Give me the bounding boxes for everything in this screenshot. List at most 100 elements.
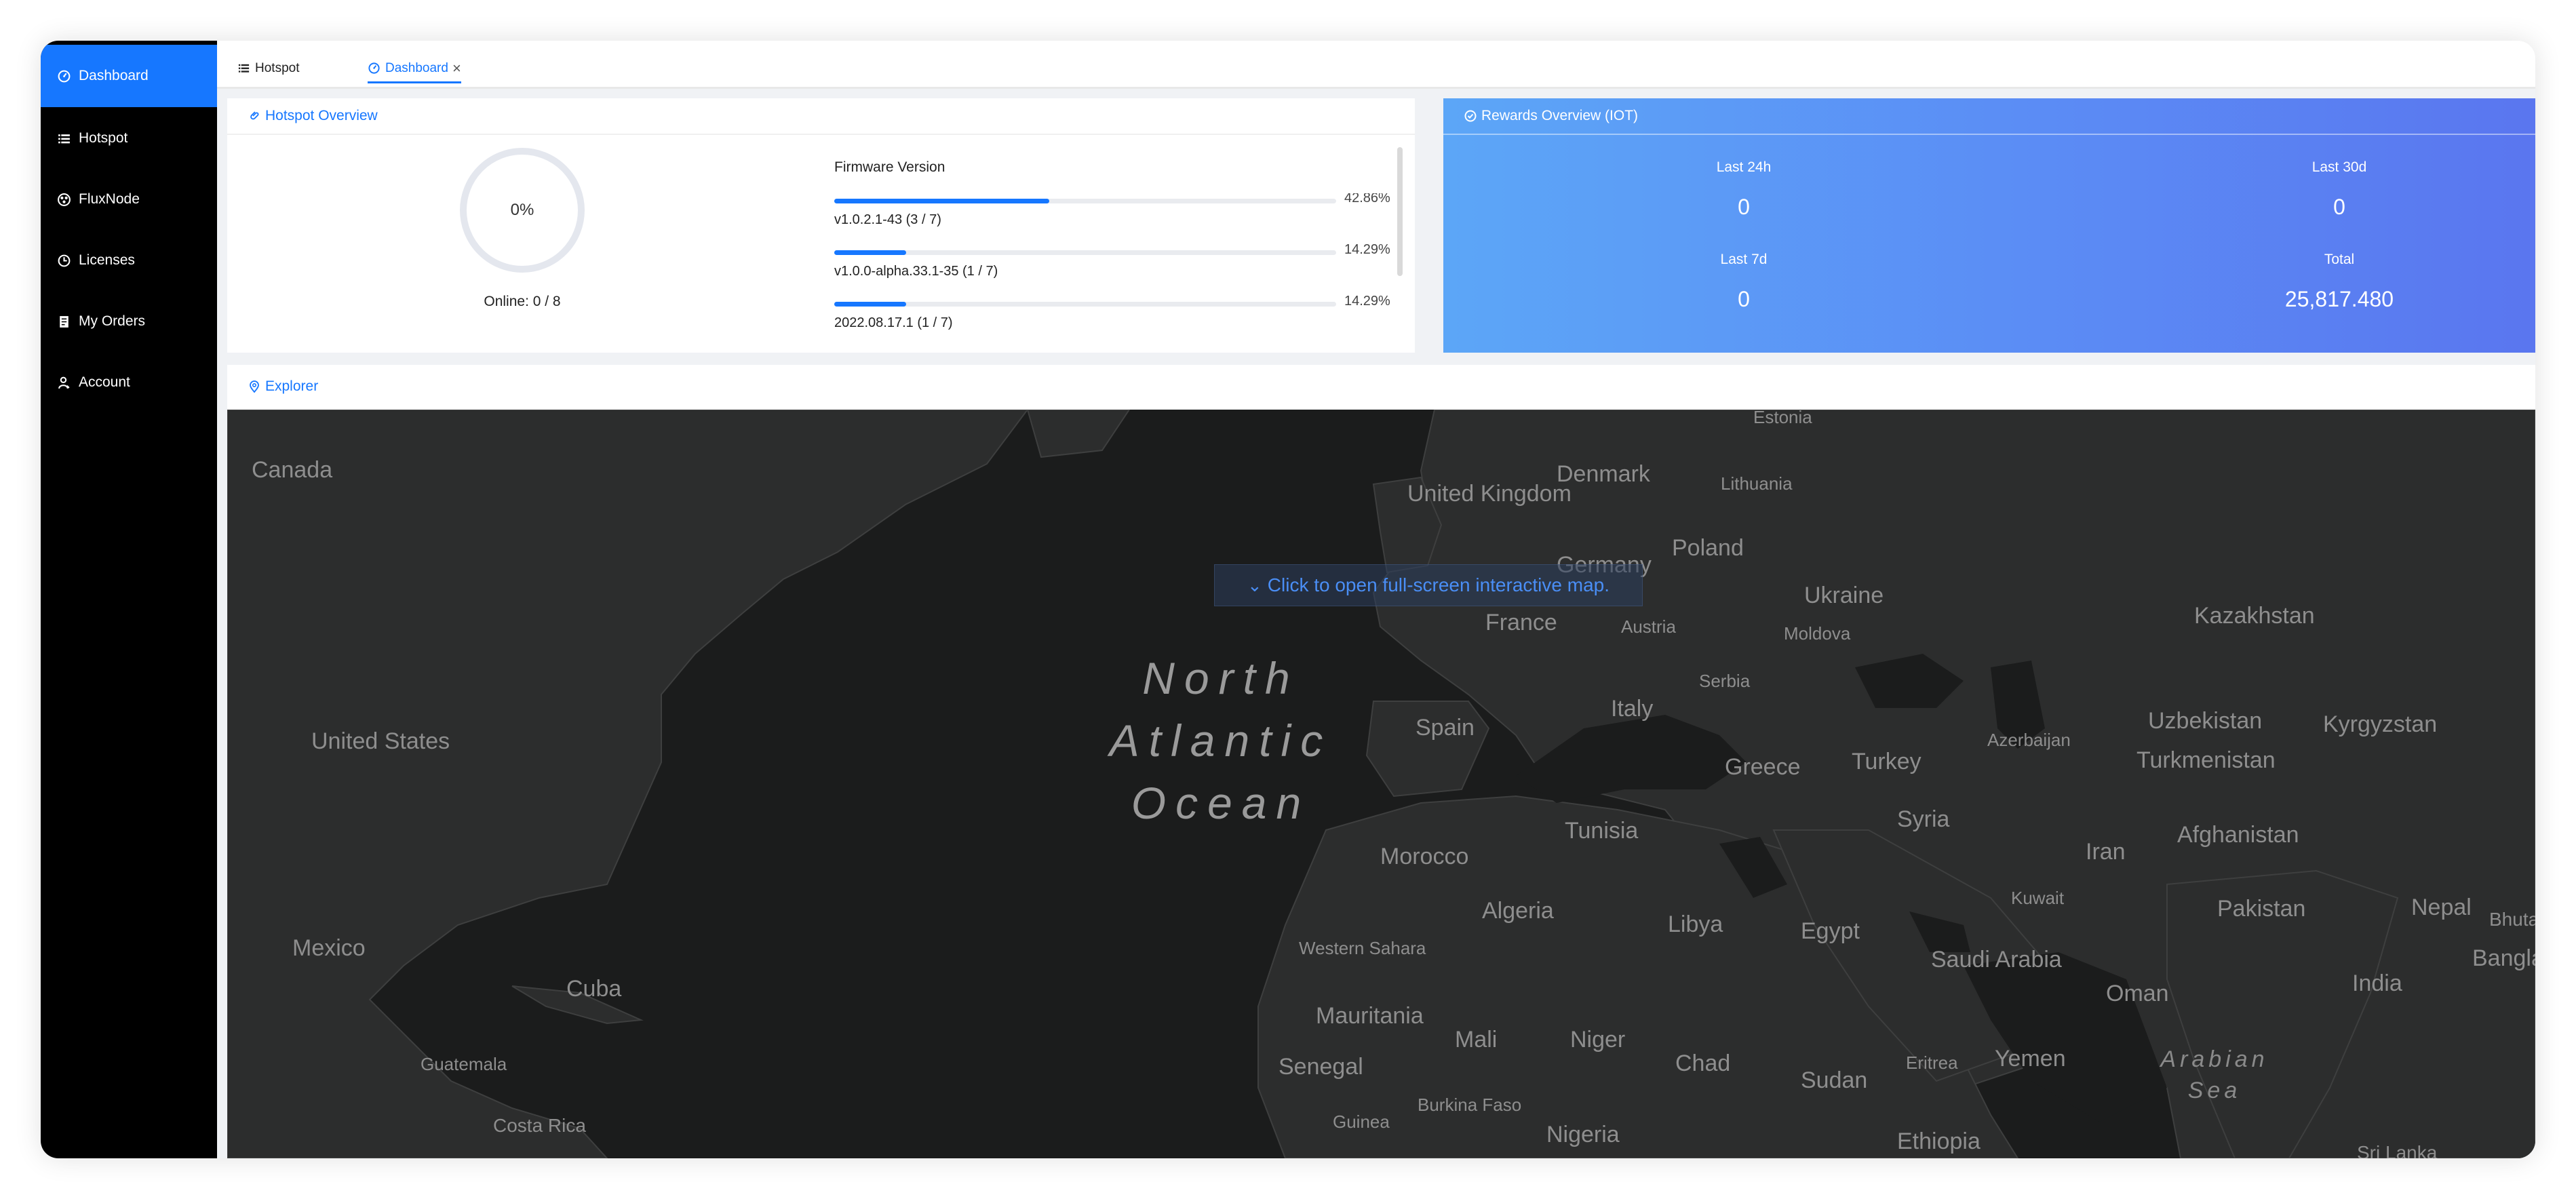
map-label: Morocco <box>1380 844 1469 869</box>
map-label: Oman <box>2106 981 2169 1006</box>
tab-bar: Hotspot Dashboard × <box>217 41 2535 89</box>
map-label: Eritrea <box>1906 1053 1958 1073</box>
map-label: Kazakhstan <box>2194 603 2315 629</box>
explorer-title: Explorer <box>248 378 318 395</box>
card-divider <box>1443 134 2535 135</box>
tab-dashboard[interactable]: Dashboard × <box>368 56 461 83</box>
firmware-item: 14.29% v1.0.0-alpha.33.1-35 (1 / 7) <box>834 242 1397 300</box>
hotspot-overview-title-text: Hotspot Overview <box>265 108 378 123</box>
map-label: Greece <box>1725 754 1801 780</box>
sidebar-item-my-orders[interactable]: My Orders <box>41 290 217 353</box>
rewards-overview-title-text: Rewards Overview (IOT) <box>1481 108 1639 123</box>
sidebar-item-dashboard[interactable]: Dashboard <box>41 45 217 107</box>
map-label: Iran <box>2086 839 2126 865</box>
map-label: Niger <box>1570 1027 1626 1053</box>
map-label: Syria <box>1897 806 1950 832</box>
ocean-label-line: North <box>1142 653 1300 703</box>
map-label: Kuwait <box>2011 888 2065 908</box>
map-label: Austria <box>1621 616 1676 637</box>
stat-label: Total <box>2324 252 2355 267</box>
online-percent: 0% <box>510 201 534 219</box>
firmware-progress-bar <box>834 199 1336 203</box>
ocean-label: North Atlantic Ocean <box>1109 647 1333 834</box>
dashboard-icon <box>56 68 72 84</box>
sidebar-item-fluxnode[interactable]: FluxNode <box>41 168 217 231</box>
sidebar-item-account[interactable]: Account <box>41 351 217 414</box>
sidebar-item-label: FluxNode <box>79 191 140 207</box>
firmware-title: Firmware Version <box>834 159 945 175</box>
firmware-progress-fill <box>834 199 1050 203</box>
main-content: Hotspot Dashboard × Hotspot Overview 0% … <box>217 41 2535 1158</box>
stat-value: 0 <box>2333 195 2345 219</box>
map-label: Tunisia <box>1565 818 1639 844</box>
map-label: Pakistan <box>2217 896 2306 922</box>
map-label: India <box>2352 970 2402 996</box>
map-label: Bhuta <box>2489 909 2535 930</box>
stat-label: Last 30d <box>2311 159 2367 175</box>
firmware-scrollbar[interactable] <box>1397 147 1403 276</box>
map-label: Poland <box>1672 535 1744 561</box>
tab-label: Hotspot <box>255 61 300 75</box>
sidebar-item-label: Dashboard <box>79 68 149 83</box>
stat-total: Total 25,817.480 <box>2204 252 2475 312</box>
firmware-progress-bar <box>834 250 1336 255</box>
map-label: Cuba <box>566 976 622 1002</box>
explorer-card: Explorer Canada United States Mexico Cub… <box>227 365 2535 1158</box>
sidebar-item-licenses[interactable]: Licenses <box>41 229 217 292</box>
map-label: Algeria <box>1482 898 1554 924</box>
map-label: Yemen <box>1995 1046 2066 1072</box>
sidebar-item-label: Account <box>79 374 130 390</box>
map-label: Italy <box>1611 696 1654 722</box>
firmware-percent: 14.29% <box>1344 242 1390 257</box>
sidebar-item-hotspot[interactable]: Hotspot <box>41 107 217 170</box>
card-divider <box>227 134 1415 135</box>
map-label: Egypt <box>1801 918 1860 944</box>
map-label: Sri Lanka <box>2357 1142 2438 1158</box>
ocean-label-line: Atlantic <box>1109 715 1333 766</box>
sidebar: Dashboard Hotspot FluxNode Licenses My O… <box>41 41 217 1158</box>
firmware-percent: 42.86% <box>1344 193 1390 205</box>
firmware-item: 14.29% 2022.08.17.1 (1 / 7) <box>834 294 1397 342</box>
open-fullscreen-map-button[interactable]: ⌄ Click to open full-screen interactive … <box>1214 564 1643 606</box>
firmware-progress-fill <box>834 250 906 255</box>
list-icon <box>56 130 72 146</box>
firmware-label: v1.0.0-alpha.33.1-35 (1 / 7) <box>834 264 998 279</box>
list-icon <box>237 62 251 75</box>
ocean-label-line: Ocean <box>1131 778 1311 828</box>
sidebar-item-label: My Orders <box>79 313 146 329</box>
map-label: Turkmenistan <box>2136 747 2276 773</box>
close-icon[interactable]: × <box>452 61 461 76</box>
firmware-list[interactable]: 42.86% v1.0.2.1-43 (3 / 7) 14.29% v1.0.0… <box>834 193 1397 342</box>
map-label: Kyrgyzstan <box>2323 711 2438 737</box>
sea-label-line: Arabian <box>2160 1046 2269 1072</box>
online-count: Online: 0 / 8 <box>484 294 561 309</box>
hotspot-overview-title: Hotspot Overview <box>248 108 378 124</box>
map-label: Senegal <box>1279 1054 1363 1080</box>
dashboard-icon <box>368 62 381 75</box>
firmware-label: v1.0.2.1-43 (3 / 7) <box>834 212 941 227</box>
map-label: Spain <box>1416 715 1475 741</box>
map-label: Serbia <box>1699 671 1751 691</box>
user-icon <box>56 374 72 391</box>
app-window: Dashboard Hotspot FluxNode Licenses My O… <box>41 41 2535 1158</box>
explorer-map[interactable]: Canada United States Mexico Cuba Guatema… <box>227 410 2535 1158</box>
map-label: Moldova <box>1784 623 1851 644</box>
rewards-overview-card: Rewards Overview (IOT) Last 24h 0 Last 3… <box>1443 98 2535 353</box>
open-fullscreen-map-label: Click to open full-screen interactive ma… <box>1267 574 1609 595</box>
sea-label-line: Sea <box>2187 1078 2242 1103</box>
tab-hotspot[interactable]: Hotspot <box>237 56 299 81</box>
map-label: United States <box>311 728 450 754</box>
orders-icon <box>56 313 72 330</box>
map-label: Costa Rica <box>493 1115 586 1136</box>
stat-last-30d: Last 30d 0 <box>2204 159 2475 220</box>
map-label: Mexico <box>292 935 366 961</box>
map-label: Ukraine <box>1804 583 1884 608</box>
firmware-percent: 14.29% <box>1344 294 1390 309</box>
map-label: Chad <box>1675 1050 1731 1076</box>
map-label: France <box>1485 610 1557 635</box>
map-label: Turkey <box>1852 749 1921 774</box>
map-label: Libya <box>1668 911 1723 937</box>
map-label: Guatemala <box>421 1054 507 1074</box>
map-label: Nigeria <box>1546 1122 1620 1147</box>
stat-last-7d: Last 7d 0 <box>1608 252 1879 312</box>
